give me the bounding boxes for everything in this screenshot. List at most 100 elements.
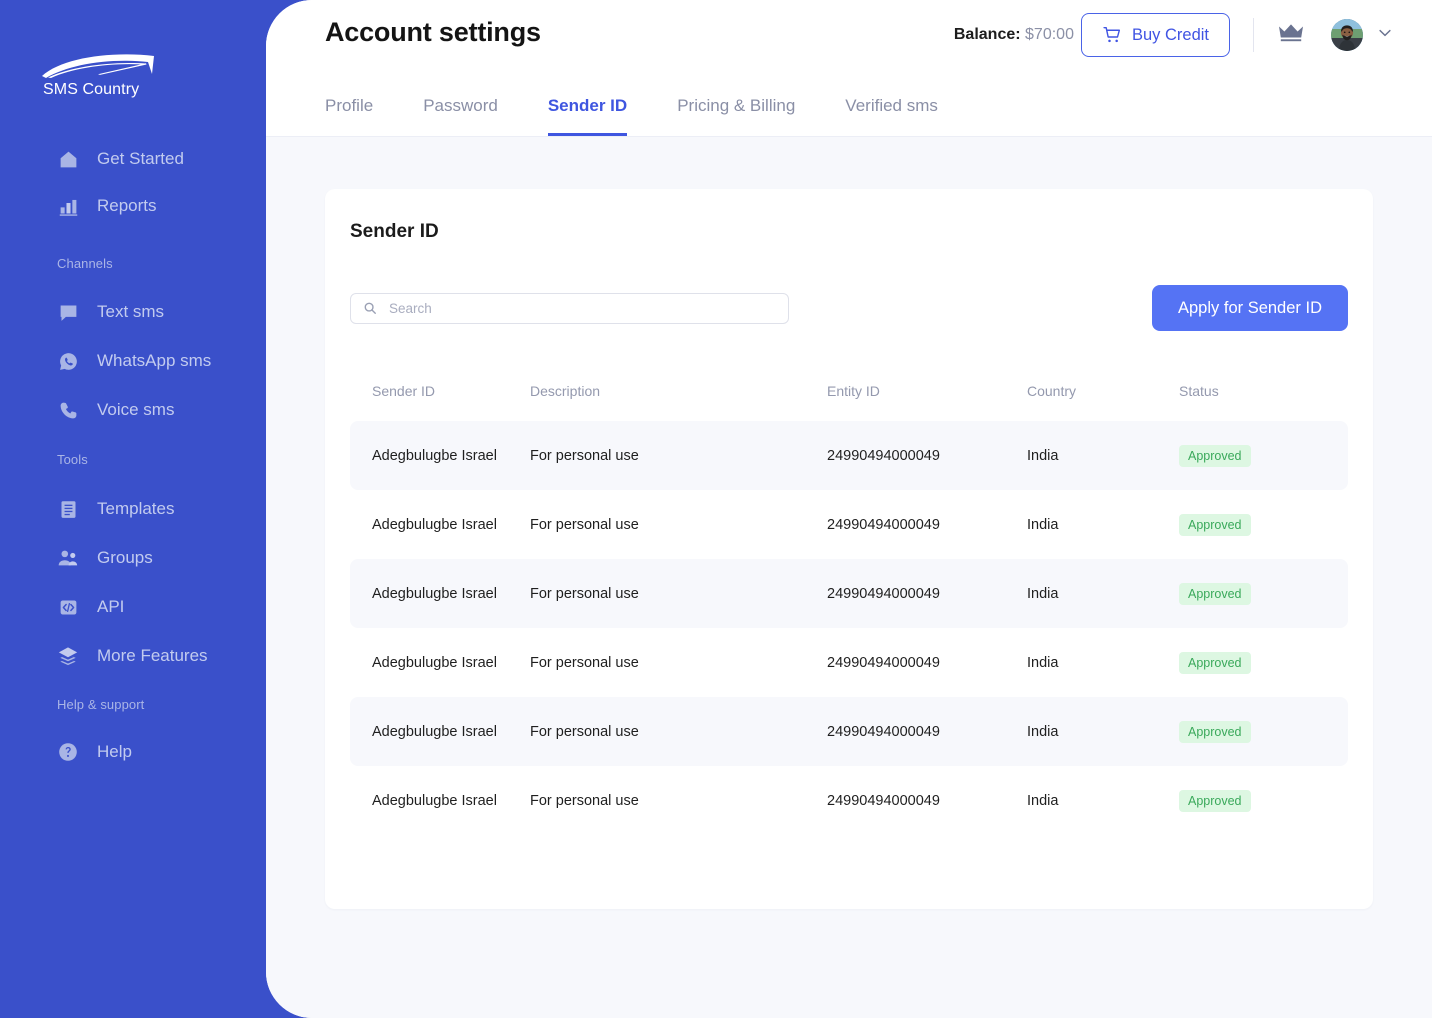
table-row[interactable]: Adegbulugbe Israel For personal use 2499…	[350, 766, 1348, 835]
chat-bubble-icon	[57, 301, 79, 323]
top-header: Account settings Balance: $70:00 Buy Cre…	[266, 0, 1432, 137]
cell-entity-id: 24990494000049	[827, 654, 940, 671]
sidebar-item-label: Help	[97, 742, 132, 761]
sidebar-item-label: Reports	[97, 196, 157, 215]
balance-display: Balance: $70:00	[954, 26, 1074, 44]
cell-entity-id: 24990494000049	[827, 559, 1027, 628]
table-body: Adegbulugbe Israel For personal use 2499…	[350, 421, 1348, 835]
sidebar-group-channels: Channels Text sms WhatsApp sms Voice sms	[0, 256, 300, 428]
cell-status: Approved	[1179, 628, 1348, 697]
cell-entity-id: 24990494000049	[827, 516, 940, 533]
card-title: Sender ID	[350, 221, 439, 242]
phone-icon	[57, 399, 79, 421]
sidebar-item-more-features[interactable]: More Features	[0, 638, 300, 674]
column-header-entity-id: Entity ID	[827, 383, 880, 399]
cell-description: For personal use	[530, 792, 639, 809]
sidebar-item-label: Voice sms	[97, 400, 175, 419]
question-circle-icon	[57, 741, 79, 763]
brand-logo-text: SMS Country	[43, 81, 140, 98]
cell-status: Approved	[1179, 421, 1348, 490]
cell-country: India	[1027, 697, 1179, 766]
cell-status: Approved	[1179, 697, 1348, 766]
cell-description: For personal use	[530, 697, 827, 766]
table-row[interactable]: Adegbulugbe Israel For personal use 2499…	[350, 490, 1348, 559]
cell-sender-id: Adegbulugbe Israel	[372, 654, 497, 671]
search-input[interactable]	[350, 292, 789, 324]
tab-sender-id[interactable]: Sender ID	[547, 96, 628, 136]
tab-pricing-billing[interactable]: Pricing & Billing	[677, 96, 795, 136]
sender-id-card: Sender ID Apply for Sender ID	[325, 189, 1373, 909]
status-badge: Approved	[1179, 651, 1251, 674]
bar-chart-icon	[57, 195, 79, 217]
search-box	[350, 292, 789, 324]
whatsapp-icon	[57, 350, 79, 372]
table-header-row: Sender ID Description Entity ID Country …	[350, 383, 1348, 421]
cell-description: For personal use	[530, 654, 639, 671]
sidebar-item-reports[interactable]: Reports	[0, 188, 300, 224]
home-icon	[57, 148, 79, 170]
sidebar-item-label: API	[97, 597, 125, 616]
table-row[interactable]: Adegbulugbe Israel For personal use 2499…	[350, 421, 1348, 490]
cell-status: Approved	[1179, 490, 1348, 559]
sidebar-group-help: Help & support Help	[0, 697, 300, 770]
brand-logo[interactable]: SMS Country	[40, 52, 160, 107]
main-panel: Account settings Balance: $70:00 Buy Cre…	[266, 0, 1432, 1018]
sidebar-item-groups[interactable]: Groups	[0, 540, 300, 576]
app-root: SMS Country Get Started Reports Channels…	[0, 0, 1432, 1018]
apply-for-sender-id-button[interactable]: Apply for Sender ID	[1152, 285, 1348, 331]
column-header-description: Description	[530, 383, 601, 399]
cell-country: India	[1027, 792, 1059, 809]
people-icon	[57, 547, 79, 569]
sidebar-section-label-tools: Tools	[57, 452, 88, 467]
sidebar-section-label-help: Help & support	[57, 697, 145, 712]
sidebar-item-api[interactable]: API	[0, 589, 300, 625]
sender-id-table: Sender ID Description Entity ID Country …	[350, 383, 1348, 835]
sidebar-item-label: Get Started	[97, 149, 184, 168]
sidebar: SMS Country Get Started Reports Channels…	[0, 0, 300, 1018]
cell-status: Approved	[1179, 766, 1348, 835]
status-badge: Approved	[1179, 582, 1251, 605]
page-title: Account settings	[325, 17, 541, 47]
sidebar-item-whatsapp-sms[interactable]: WhatsApp sms	[0, 343, 300, 379]
avatar[interactable]	[1331, 19, 1363, 51]
tab-password[interactable]: Password	[423, 96, 498, 136]
sidebar-item-help[interactable]: Help	[0, 734, 300, 770]
cell-status: Approved	[1179, 559, 1348, 628]
content-area: Sender ID Apply for Sender ID	[266, 137, 1432, 1018]
table-row[interactable]: Adegbulugbe Israel For personal use 2499…	[350, 628, 1348, 697]
header-divider	[1253, 18, 1254, 52]
sidebar-item-get-started[interactable]: Get Started	[0, 141, 300, 177]
sidebar-item-label: Templates	[97, 499, 175, 518]
cell-sender-id: Adegbulugbe Israel	[350, 559, 530, 628]
tab-profile[interactable]: Profile	[325, 96, 373, 136]
cell-entity-id: 24990494000049	[827, 421, 1027, 490]
table-row[interactable]: Adegbulugbe Israel For personal use 2499…	[350, 697, 1348, 766]
cell-sender-id: Adegbulugbe Israel	[372, 516, 497, 533]
shopping-cart-icon	[1102, 25, 1122, 45]
cell-sender-id: Adegbulugbe Israel	[372, 792, 497, 809]
table-header: Sender ID Description Entity ID Country …	[350, 383, 1348, 421]
chevron-down-icon[interactable]	[1376, 24, 1394, 47]
sidebar-item-voice-sms[interactable]: Voice sms	[0, 392, 300, 428]
table-row[interactable]: Adegbulugbe Israel For personal use 2499…	[350, 559, 1348, 628]
balance-label: Balance:	[953, 26, 1021, 43]
tab-verified-sms[interactable]: Verified sms	[845, 96, 938, 136]
cell-description: For personal use	[530, 516, 639, 533]
column-header-country: Country	[1027, 383, 1077, 399]
sidebar-item-label: Text sms	[97, 302, 165, 321]
cell-country: India	[1027, 559, 1179, 628]
search-icon	[363, 301, 377, 320]
sidebar-item-label: WhatsApp sms	[97, 351, 212, 370]
crown-icon[interactable]	[1277, 21, 1305, 50]
cell-entity-id: 24990494000049	[827, 697, 1027, 766]
status-badge: Approved	[1179, 513, 1251, 536]
sidebar-item-text-sms[interactable]: Text sms	[0, 294, 300, 330]
sidebar-item-templates[interactable]: Templates	[0, 491, 300, 527]
status-badge: Approved	[1179, 444, 1251, 467]
settings-tabs: Profile Password Sender ID Pricing & Bil…	[325, 96, 938, 136]
sidebar-group-tools: Tools Templates Groups API More Features	[0, 452, 300, 674]
buy-credit-button[interactable]: Buy Credit	[1080, 13, 1230, 57]
cell-sender-id: Adegbulugbe Israel	[350, 697, 530, 766]
sidebar-item-label: Groups	[97, 548, 153, 567]
card-toolbar: Apply for Sender ID	[350, 285, 1348, 331]
